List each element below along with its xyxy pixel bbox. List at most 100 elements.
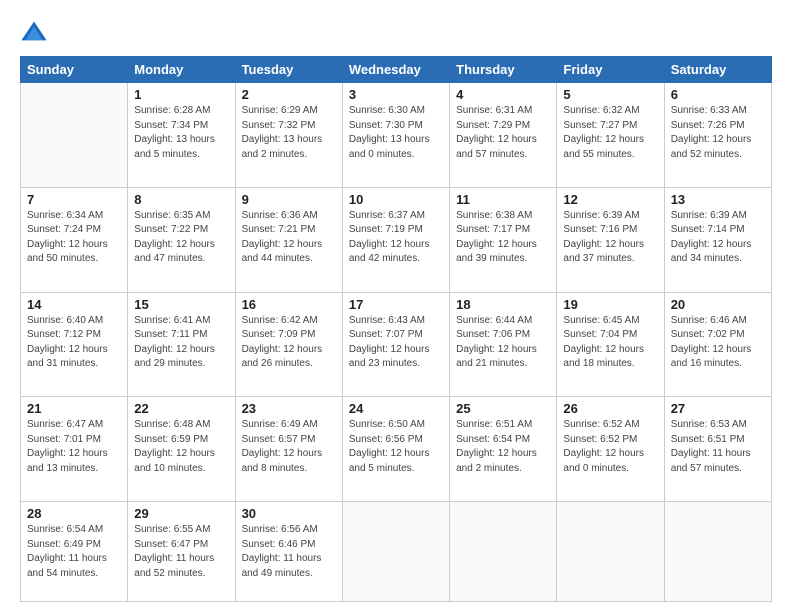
weekday-header-row: SundayMondayTuesdayWednesdayThursdayFrid… (21, 57, 772, 83)
calendar-week-row: 7 Sunrise: 6:34 AM Sunset: 7:24 PM Daylig… (21, 187, 772, 292)
calendar-week-row: 21Sunrise: 6:47 AM Sunset: 7:01 PM Dayli… (21, 397, 772, 502)
calendar-cell: 8Sunrise: 6:35 AM Sunset: 7:22 PM Daylig… (128, 187, 235, 292)
calendar-cell (450, 502, 557, 602)
day-number: 6 (671, 87, 765, 102)
weekday-header-wednesday: Wednesday (342, 57, 449, 83)
calendar-week-row: 28Sunrise: 6:54 AM Sunset: 6:49 PM Dayli… (21, 502, 772, 602)
calendar-cell: 30Sunrise: 6:56 AM Sunset: 6:46 PM Dayli… (235, 502, 342, 602)
calendar-cell: 18 Sunrise: 6:44 AM Sunset: 7:06 PM Dayli… (450, 292, 557, 397)
header (20, 18, 772, 46)
calendar-week-row: 14 Sunrise: 6:40 AM Sunset: 7:12 PM Dayli… (21, 292, 772, 397)
day-number: 16 (242, 297, 336, 312)
calendar-cell: 1 Sunrise: 6:28 AM Sunset: 7:34 PM Daylig… (128, 83, 235, 188)
day-info: Sunrise: 6:51 AM Sunset: 6:54 PM Dayligh… (456, 418, 550, 476)
calendar-cell: 16 Sunrise: 6:42 AM Sunset: 7:09 PM Dayli… (235, 292, 342, 397)
day-number: 29 (134, 506, 228, 521)
calendar-cell: 13 Sunrise: 6:39 AM Sunset: 7:14 PM Dayli… (664, 187, 771, 292)
day-number: 2 (242, 87, 336, 102)
day-number: 27 (671, 401, 765, 416)
calendar-cell: 15Sunrise: 6:41 AM Sunset: 7:11 PM Dayli… (128, 292, 235, 397)
calendar-cell: 17 Sunrise: 6:43 AM Sunset: 7:07 PM Dayli… (342, 292, 449, 397)
day-number: 11 (456, 192, 550, 207)
day-number: 8 (134, 192, 228, 207)
day-info: Sunrise: 6:33 AM Sunset: 7:26 PM Dayligh… (671, 104, 765, 162)
day-info: Sunrise: 6:39 AM Sunset: 7:14 PM Dayligh… (671, 209, 765, 267)
calendar-cell: 10Sunrise: 6:37 AM Sunset: 7:19 PM Dayli… (342, 187, 449, 292)
calendar-cell: 14 Sunrise: 6:40 AM Sunset: 7:12 PM Dayli… (21, 292, 128, 397)
day-number: 14 (27, 297, 121, 312)
day-number: 10 (349, 192, 443, 207)
calendar-cell (664, 502, 771, 602)
calendar-cell: 29 Sunrise: 6:55 AM Sunset: 6:47 PM Dayli… (128, 502, 235, 602)
day-info: Sunrise: 6:28 AM Sunset: 7:34 PM Dayligh… (134, 104, 228, 162)
calendar-cell: 25Sunrise: 6:51 AM Sunset: 6:54 PM Dayli… (450, 397, 557, 502)
day-number: 17 (349, 297, 443, 312)
day-info: Sunrise: 6:39 AM Sunset: 7:16 PM Dayligh… (563, 209, 657, 267)
day-info: Sunrise: 6:36 AM Sunset: 7:21 PM Dayligh… (242, 209, 336, 267)
calendar-cell (21, 83, 128, 188)
day-number: 12 (563, 192, 657, 207)
day-number: 5 (563, 87, 657, 102)
day-info: Sunrise: 6:55 AM Sunset: 6:47 PM Dayligh… (134, 523, 228, 581)
day-number: 23 (242, 401, 336, 416)
day-info: Sunrise: 6:42 AM Sunset: 7:09 PM Dayligh… (242, 314, 336, 372)
day-info: Sunrise: 6:50 AM Sunset: 6:56 PM Dayligh… (349, 418, 443, 476)
calendar-week-row: 1 Sunrise: 6:28 AM Sunset: 7:34 PM Daylig… (21, 83, 772, 188)
calendar-cell: 5 Sunrise: 6:32 AM Sunset: 7:27 PM Daylig… (557, 83, 664, 188)
day-number: 28 (27, 506, 121, 521)
day-info: Sunrise: 6:34 AM Sunset: 7:24 PM Dayligh… (27, 209, 121, 267)
day-number: 19 (563, 297, 657, 312)
day-number: 15 (134, 297, 228, 312)
day-info: Sunrise: 6:52 AM Sunset: 6:52 PM Dayligh… (563, 418, 657, 476)
calendar-cell: 7 Sunrise: 6:34 AM Sunset: 7:24 PM Daylig… (21, 187, 128, 292)
day-info: Sunrise: 6:44 AM Sunset: 7:06 PM Dayligh… (456, 314, 550, 372)
day-number: 7 (27, 192, 121, 207)
day-number: 13 (671, 192, 765, 207)
calendar-cell: 6 Sunrise: 6:33 AM Sunset: 7:26 PM Daylig… (664, 83, 771, 188)
day-number: 3 (349, 87, 443, 102)
day-number: 20 (671, 297, 765, 312)
day-info: Sunrise: 6:29 AM Sunset: 7:32 PM Dayligh… (242, 104, 336, 162)
calendar-cell: 3 Sunrise: 6:30 AM Sunset: 7:30 PM Daylig… (342, 83, 449, 188)
calendar-cell (557, 502, 664, 602)
calendar-cell: 26 Sunrise: 6:52 AM Sunset: 6:52 PM Dayli… (557, 397, 664, 502)
day-info: Sunrise: 6:32 AM Sunset: 7:27 PM Dayligh… (563, 104, 657, 162)
weekday-header-tuesday: Tuesday (235, 57, 342, 83)
calendar-cell: 12 Sunrise: 6:39 AM Sunset: 7:16 PM Dayli… (557, 187, 664, 292)
calendar-cell: 23 Sunrise: 6:49 AM Sunset: 6:57 PM Dayli… (235, 397, 342, 502)
day-number: 4 (456, 87, 550, 102)
logo-icon (20, 18, 48, 46)
day-info: Sunrise: 6:53 AM Sunset: 6:51 PM Dayligh… (671, 418, 765, 476)
day-info: Sunrise: 6:45 AM Sunset: 7:04 PM Dayligh… (563, 314, 657, 372)
calendar-cell: 11 Sunrise: 6:38 AM Sunset: 7:17 PM Dayli… (450, 187, 557, 292)
day-info: Sunrise: 6:43 AM Sunset: 7:07 PM Dayligh… (349, 314, 443, 372)
weekday-header-sunday: Sunday (21, 57, 128, 83)
weekday-header-thursday: Thursday (450, 57, 557, 83)
calendar-cell: 20 Sunrise: 6:46 AM Sunset: 7:02 PM Dayli… (664, 292, 771, 397)
weekday-header-friday: Friday (557, 57, 664, 83)
day-number: 26 (563, 401, 657, 416)
day-number: 21 (27, 401, 121, 416)
page: SundayMondayTuesdayWednesdayThursdayFrid… (0, 0, 792, 612)
calendar-cell: 21Sunrise: 6:47 AM Sunset: 7:01 PM Dayli… (21, 397, 128, 502)
day-info: Sunrise: 6:40 AM Sunset: 7:12 PM Dayligh… (27, 314, 121, 372)
calendar-cell (342, 502, 449, 602)
day-info: Sunrise: 6:49 AM Sunset: 6:57 PM Dayligh… (242, 418, 336, 476)
calendar-cell: 19 Sunrise: 6:45 AM Sunset: 7:04 PM Dayli… (557, 292, 664, 397)
weekday-header-monday: Monday (128, 57, 235, 83)
calendar-table: SundayMondayTuesdayWednesdayThursdayFrid… (20, 56, 772, 602)
day-number: 18 (456, 297, 550, 312)
day-info: Sunrise: 6:48 AM Sunset: 6:59 PM Dayligh… (134, 418, 228, 476)
day-number: 22 (134, 401, 228, 416)
day-info: Sunrise: 6:46 AM Sunset: 7:02 PM Dayligh… (671, 314, 765, 372)
logo (20, 18, 52, 46)
calendar-cell: 4Sunrise: 6:31 AM Sunset: 7:29 PM Daylig… (450, 83, 557, 188)
calendar-cell: 2 Sunrise: 6:29 AM Sunset: 7:32 PM Daylig… (235, 83, 342, 188)
day-number: 1 (134, 87, 228, 102)
day-number: 24 (349, 401, 443, 416)
calendar-cell: 22 Sunrise: 6:48 AM Sunset: 6:59 PM Dayli… (128, 397, 235, 502)
day-info: Sunrise: 6:30 AM Sunset: 7:30 PM Dayligh… (349, 104, 443, 162)
day-info: Sunrise: 6:38 AM Sunset: 7:17 PM Dayligh… (456, 209, 550, 267)
day-number: 30 (242, 506, 336, 521)
calendar-cell: 9Sunrise: 6:36 AM Sunset: 7:21 PM Daylig… (235, 187, 342, 292)
